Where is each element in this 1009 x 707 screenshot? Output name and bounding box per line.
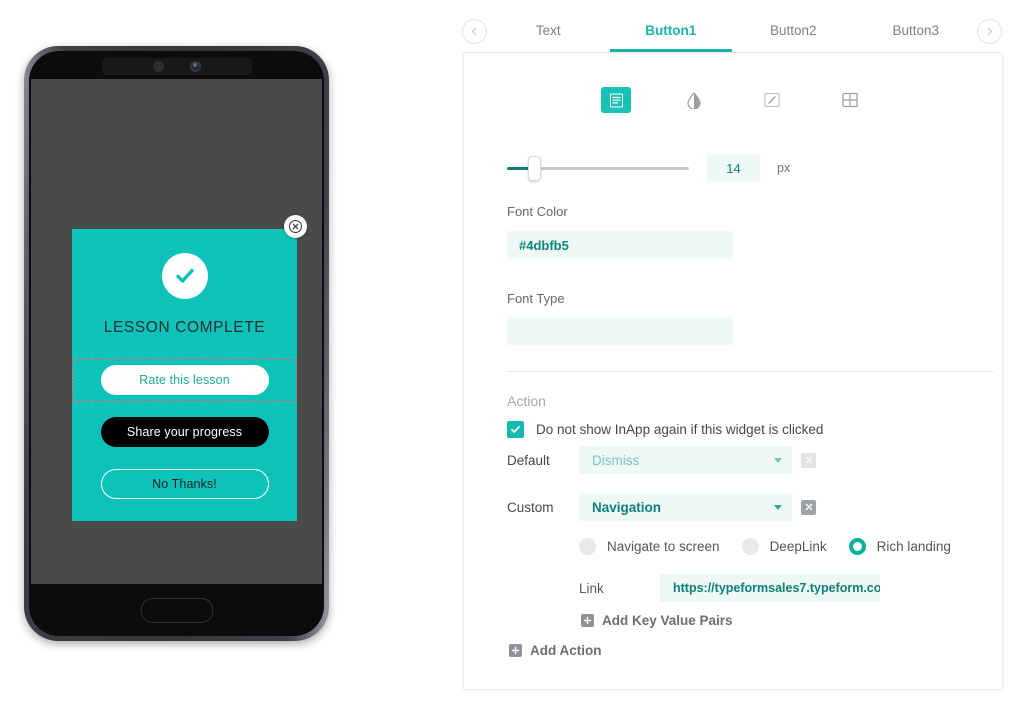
speaker-dot-icon — [152, 61, 164, 72]
default-action-clear-button — [801, 452, 816, 468]
add-action-label: Add Action — [530, 643, 602, 658]
add-key-value-pairs-button[interactable]: Add Key Value Pairs — [581, 613, 733, 628]
plus-square-icon — [509, 644, 522, 657]
action-section-title: Action — [507, 393, 546, 409]
radio-rich-landing[interactable] — [848, 538, 866, 555]
tab-text[interactable]: Text — [487, 10, 610, 52]
chevron-down-icon — [774, 457, 782, 463]
font-size-unit: px — [777, 161, 791, 175]
tabs-prev-button[interactable] — [462, 18, 487, 44]
home-button-icon[interactable] — [140, 598, 213, 623]
phone-notch — [101, 58, 252, 75]
radio-navigate-to-screen-label: Navigate to screen — [607, 539, 720, 554]
navigation-type-radios: Navigate to screen DeepLink Rich landing — [579, 538, 951, 555]
tab-button2[interactable]: Button2 — [732, 10, 855, 52]
radio-deeplink-label: DeepLink — [769, 539, 827, 554]
do-not-show-row: Do not show InApp again if this widget i… — [507, 421, 823, 438]
add-action-button[interactable]: Add Action — [509, 643, 602, 658]
add-key-value-pairs-label: Add Key Value Pairs — [602, 613, 733, 628]
style-icon-toolbar — [464, 87, 1002, 113]
custom-action-value: Navigation — [592, 499, 662, 515]
custom-action-label: Custom — [507, 499, 554, 515]
tabs-next-button[interactable] — [977, 18, 1002, 44]
grid-layout-icon[interactable] — [835, 87, 865, 113]
check-circle-icon — [161, 253, 208, 299]
link-label: Link — [579, 580, 604, 596]
default-action-select[interactable]: Dismiss — [579, 446, 792, 474]
preview-button-label: Share your progress — [100, 417, 269, 447]
widget-tabs: Text Button1 Button2 Button3 — [462, 10, 1002, 52]
contrast-circle-icon[interactable] — [679, 87, 709, 113]
phone-screen: LESSON COMPLETE Rate this lesson Share y… — [31, 79, 322, 584]
default-action-label: Default — [507, 452, 550, 468]
default-action-row: Default Dismiss — [507, 446, 816, 474]
custom-action-clear-button[interactable] — [801, 499, 816, 515]
default-action-value: Dismiss — [592, 452, 640, 468]
font-size-slider[interactable] — [507, 155, 689, 181]
preview-button-share[interactable]: Share your progress — [72, 411, 297, 453]
radio-navigate-to-screen[interactable] — [579, 538, 596, 555]
close-x-icon[interactable] — [284, 215, 307, 238]
inapp-message-card: LESSON COMPLETE Rate this lesson Share y… — [72, 215, 307, 521]
link-row: Link https://typeformsales7.typeform.com… — [579, 574, 880, 602]
front-camera-icon — [189, 61, 201, 72]
app-root: LESSON COMPLETE Rate this lesson Share y… — [0, 0, 1009, 707]
tab-button3[interactable]: Button3 — [855, 10, 978, 52]
preview-button-label: Rate this lesson — [100, 365, 269, 395]
font-size-row: 14 px — [507, 155, 790, 181]
section-divider — [507, 371, 994, 372]
slider-thumb[interactable] — [528, 155, 541, 181]
preview-button-no-thanks[interactable]: No Thanks! — [72, 463, 297, 505]
tab-button1[interactable]: Button1 — [609, 10, 733, 52]
do-not-show-checkbox[interactable] — [507, 421, 524, 438]
preview-button-label: No Thanks! — [100, 469, 269, 499]
font-type-input[interactable] — [507, 317, 733, 345]
custom-action-row: Custom Navigation — [507, 493, 816, 521]
link-input[interactable]: https://typeformsales7.typeform.com/to/ — [660, 574, 880, 602]
font-color-label: Font Color — [507, 204, 568, 219]
preview-button-rate[interactable]: Rate this lesson — [72, 359, 297, 401]
plus-square-icon — [581, 614, 594, 627]
font-size-input[interactable]: 14 — [707, 155, 760, 181]
chevron-down-icon — [774, 504, 782, 510]
image-resize-icon[interactable] — [757, 87, 787, 113]
text-lines-icon[interactable] — [601, 87, 631, 113]
phone-preview: LESSON COMPLETE Rate this lesson Share y… — [24, 46, 329, 641]
custom-action-select[interactable]: Navigation — [579, 493, 792, 521]
do-not-show-label: Do not show InApp again if this widget i… — [536, 422, 824, 437]
radio-rich-landing-label: Rich landing — [876, 539, 951, 554]
font-type-label: Font Type — [507, 291, 565, 306]
font-color-input[interactable]: #4dbfb5 — [507, 231, 733, 259]
radio-deeplink[interactable] — [741, 538, 759, 555]
inapp-title: LESSON COMPLETE — [103, 319, 266, 336]
